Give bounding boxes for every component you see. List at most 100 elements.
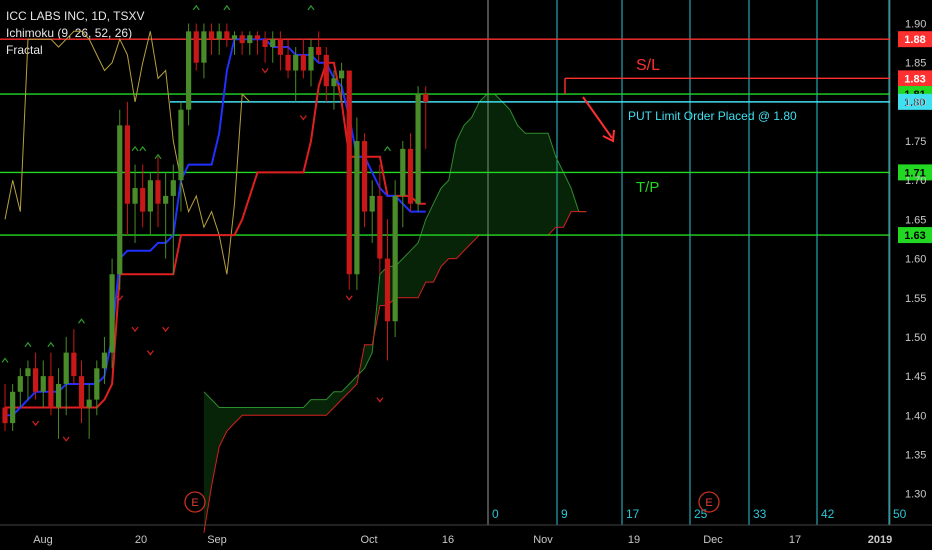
x-tick-label: Oct [360, 534, 377, 546]
candle-body[interactable] [186, 31, 192, 110]
candle-body[interactable] [339, 70, 345, 79]
earnings-label: E [191, 497, 198, 509]
y-tick-label: 1.55 [905, 293, 926, 305]
fractal-up-marker [24, 341, 32, 348]
candle-body[interactable] [63, 352, 69, 384]
y-tick-label: 1.65 [905, 214, 926, 226]
annotation-text: S/L [636, 57, 660, 74]
fractal-up-marker [192, 4, 200, 11]
fractal-down-marker [299, 115, 307, 121]
candle-body[interactable] [239, 35, 245, 44]
fractal-down-marker [261, 68, 269, 74]
candle-body[interactable] [331, 78, 337, 87]
candle-body[interactable] [354, 141, 360, 275]
fractal-up-marker [223, 4, 231, 11]
candle-body[interactable] [407, 148, 414, 204]
cycle-count-label: 17 [626, 507, 640, 521]
candle-body[interactable] [10, 391, 16, 424]
candle-body[interactable] [285, 54, 291, 71]
arrow-icon [582, 96, 613, 139]
candle-body[interactable] [247, 35, 253, 44]
candle-body[interactable] [293, 54, 299, 71]
candle-body[interactable] [400, 148, 406, 196]
candle-body[interactable] [224, 31, 230, 40]
candle-body[interactable] [300, 54, 306, 71]
fractal-up-marker [139, 145, 147, 152]
candle-body[interactable] [163, 195, 169, 204]
candle-body[interactable] [78, 376, 85, 408]
candle-body[interactable] [101, 352, 108, 369]
level-tag-text: 1.63 [904, 230, 925, 242]
candle-body[interactable] [308, 47, 314, 71]
fractal-down-marker [345, 295, 353, 301]
fractal-up-marker [78, 318, 85, 324]
candle-body[interactable] [254, 35, 261, 40]
fractal-up-marker [1, 357, 9, 363]
candle-body[interactable] [277, 39, 283, 55]
candle-body[interactable] [193, 31, 199, 63]
candle-body[interactable] [94, 368, 100, 400]
candle-body[interactable] [231, 35, 238, 40]
candle-body[interactable] [415, 94, 421, 204]
candle-body[interactable] [270, 39, 276, 48]
candlesticks [2, 23, 429, 439]
candle-body[interactable] [377, 195, 383, 259]
x-tick-label: Nov [533, 534, 553, 546]
cycle-count-label: 42 [821, 507, 835, 521]
candle-body[interactable] [170, 180, 176, 196]
candle-body[interactable] [262, 39, 268, 48]
cycle-count-label: 25 [694, 507, 708, 521]
x-tick-label: Sep [207, 534, 227, 546]
candle-body[interactable] [392, 195, 398, 322]
candle-body[interactable] [423, 94, 429, 102]
candle-body[interactable] [178, 109, 184, 181]
cycle-count-label: 9 [561, 507, 568, 521]
y-tick-label: 1.85 [905, 58, 926, 70]
x-tick-label: 19 [628, 534, 640, 546]
candle-body[interactable] [40, 376, 46, 392]
candle-body[interactable] [201, 31, 207, 63]
candle-body[interactable] [346, 70, 352, 275]
candle-body[interactable] [132, 188, 138, 204]
x-tick-label: 20 [135, 534, 147, 546]
fractal-down-marker [32, 420, 40, 427]
y-tick-label: 1.60 [905, 254, 926, 266]
x-tick-label: 17 [789, 534, 801, 546]
x-tick-label: Dec [703, 534, 723, 546]
fractal-up-marker [384, 145, 391, 152]
level-tag-text: 1.88 [904, 34, 925, 46]
y-tick-label: 1.90 [905, 19, 926, 31]
candle-body[interactable] [109, 274, 115, 353]
earnings-label: E [705, 497, 712, 509]
candle-body[interactable] [55, 383, 62, 408]
candle-body[interactable] [147, 180, 153, 212]
candle-body[interactable] [17, 376, 23, 392]
fractal-down-marker [162, 326, 170, 333]
fractal-up-marker [307, 4, 315, 11]
candle-body[interactable] [140, 188, 146, 212]
candle-body[interactable] [208, 31, 215, 40]
candle-body[interactable] [2, 407, 8, 424]
candle-body[interactable] [316, 47, 322, 55]
y-tick-label: 1.40 [905, 410, 926, 422]
candle-body[interactable] [117, 125, 123, 275]
candle-body[interactable] [33, 368, 39, 392]
candle-body[interactable] [155, 180, 161, 204]
candle-body[interactable] [323, 54, 329, 87]
price-chart[interactable]: 091725334250 1.881.831.811.801.711.63 S/… [0, 0, 932, 550]
y-tick-label: 1.50 [905, 332, 926, 344]
candle-body[interactable] [124, 125, 130, 204]
candle-body[interactable] [361, 141, 368, 212]
y-tick-label: 1.75 [905, 136, 926, 148]
candle-body[interactable] [384, 258, 391, 322]
fractal-up-marker [131, 145, 139, 152]
candle-body[interactable] [48, 376, 54, 408]
candle-body[interactable] [216, 31, 222, 40]
candle-body[interactable] [25, 368, 31, 377]
y-tick-label: 1.30 [905, 489, 926, 501]
x-tick-label: 16 [442, 534, 454, 546]
candle-body[interactable] [369, 195, 375, 212]
candle-body[interactable] [71, 352, 77, 377]
fractal-down-marker [62, 436, 70, 442]
candle-body[interactable] [86, 399, 92, 408]
